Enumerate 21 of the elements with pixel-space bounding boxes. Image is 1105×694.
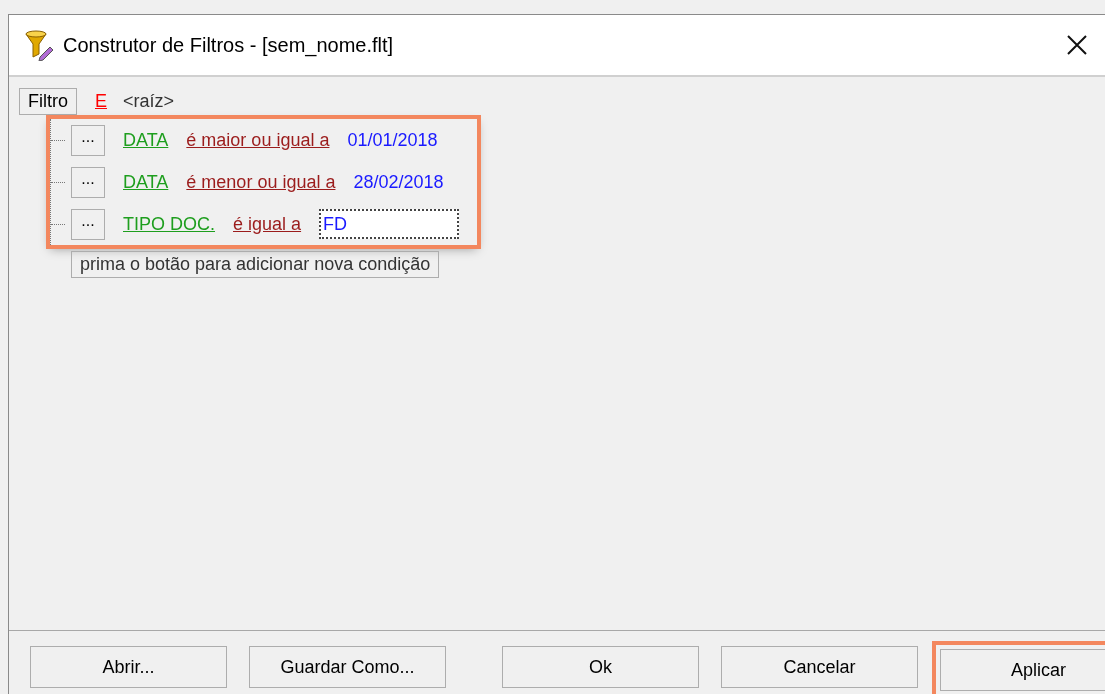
root-node-label: <raíz>	[123, 90, 175, 112]
value-link[interactable]: 01/01/2018	[347, 129, 438, 151]
value-field[interactable]: FD	[319, 209, 460, 239]
logic-operator-link[interactable]: E	[95, 90, 107, 112]
dialog-button[interactable]: Aplicar	[940, 649, 1105, 691]
value-link[interactable]: 28/02/2018	[353, 171, 444, 193]
window-title: Construtor de Filtros - [sem_nome.flt]	[63, 33, 395, 57]
dialog-button[interactable]: Cancelar	[721, 646, 918, 688]
operator-link[interactable]: é igual a	[233, 213, 302, 235]
close-icon[interactable]	[1067, 35, 1087, 55]
filter-label: Filtro	[19, 87, 77, 115]
dialog-button[interactable]: Guardar Como...	[249, 646, 446, 688]
more-button[interactable]: ...	[71, 208, 105, 240]
dialog-button[interactable]: Ok	[502, 646, 699, 688]
add-condition-button[interactable]: prima o botão para adicionar nova condição	[71, 251, 440, 278]
funnel-pencil-icon	[23, 29, 55, 61]
more-button[interactable]: ...	[71, 124, 105, 156]
dialog-button[interactable]: Abrir...	[30, 646, 227, 688]
more-button[interactable]: ...	[71, 166, 105, 198]
operator-link[interactable]: é maior ou igual a	[186, 129, 330, 151]
operator-link[interactable]: é menor ou igual a	[186, 171, 336, 193]
